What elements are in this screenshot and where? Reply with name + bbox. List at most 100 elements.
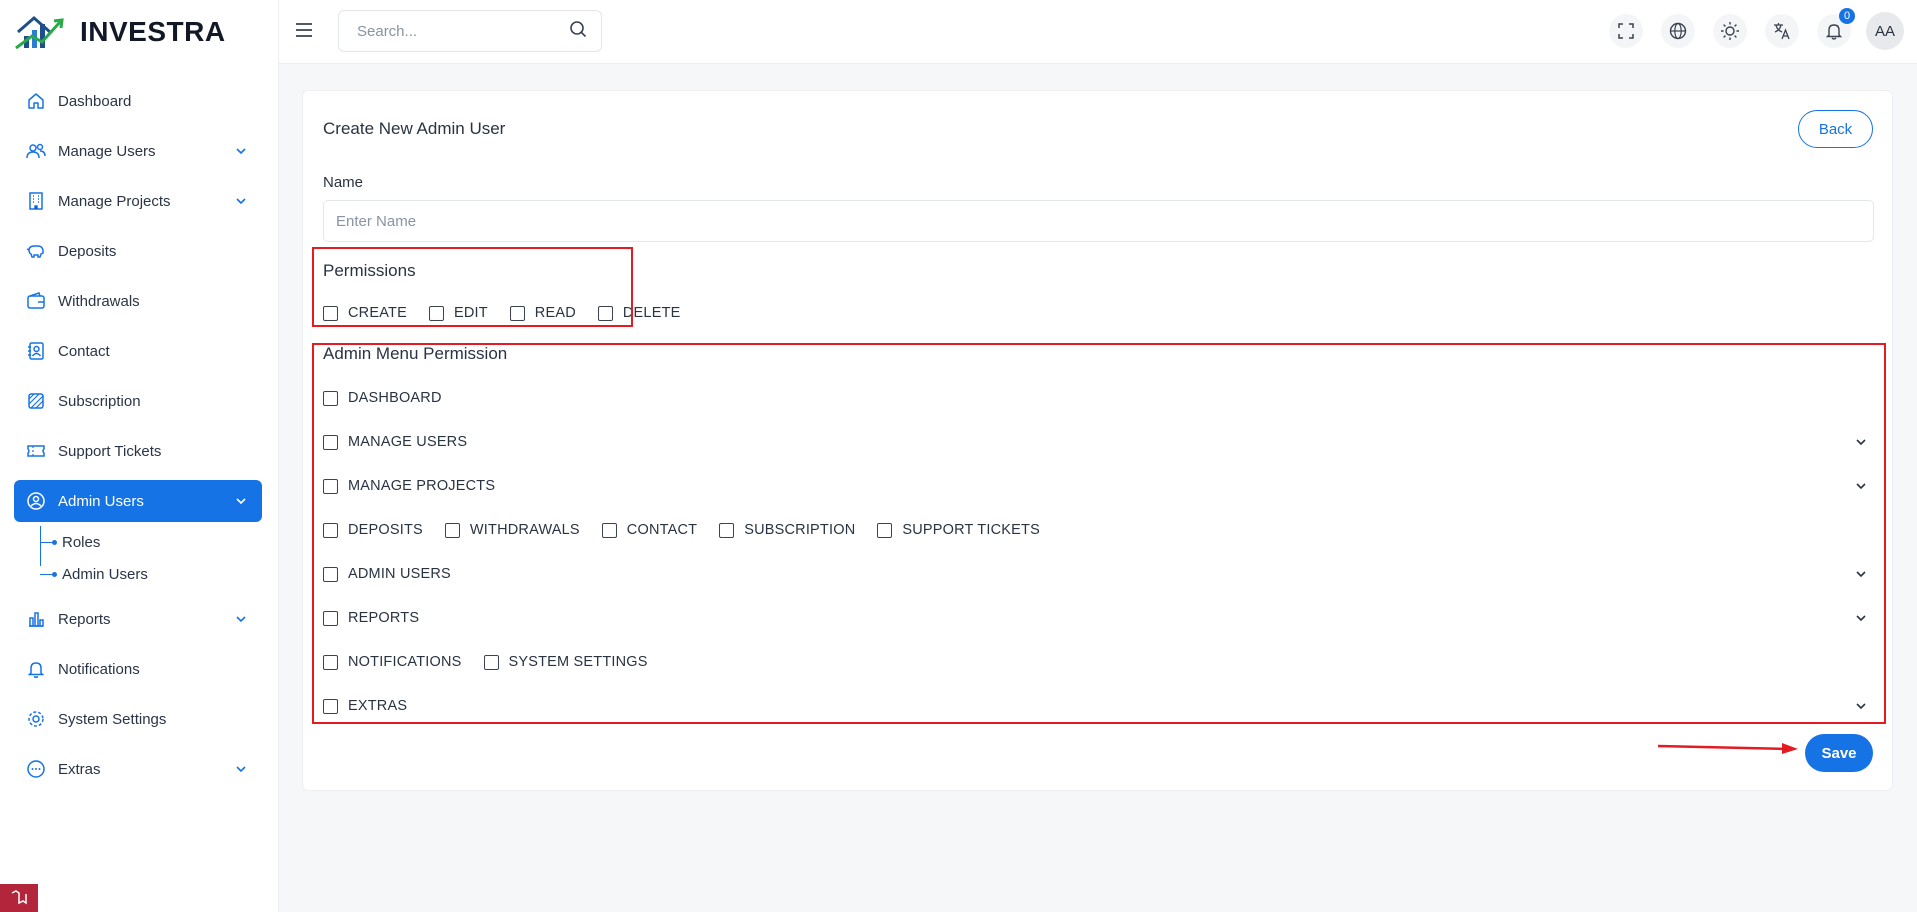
- checkbox-support-tickets[interactable]: SUPPORT TICKETS: [877, 522, 1040, 538]
- checkbox-box[interactable]: [323, 654, 338, 670]
- search-icon[interactable]: [569, 20, 587, 43]
- sidebar-item-system-settings[interactable]: System Settings: [14, 698, 262, 740]
- checkbox-box[interactable]: [597, 305, 613, 321]
- sidebar-item-label: Contact: [58, 342, 110, 360]
- chevron-down-icon[interactable]: [1854, 611, 1870, 627]
- checkbox-deposits[interactable]: DEPOSITS: [323, 522, 423, 538]
- checkbox-subscription[interactable]: SUBSCRIPTION: [719, 522, 855, 538]
- user-cog-icon: [26, 491, 46, 511]
- search-box: [338, 10, 602, 52]
- sidebar-item-notifications[interactable]: Notifications: [14, 648, 262, 690]
- menu-permission-row: REPORTS: [323, 610, 441, 626]
- checkbox-box[interactable]: [509, 305, 525, 321]
- sidebar-item-subscription[interactable]: Subscription: [14, 380, 262, 422]
- checkbox-notifications[interactable]: NOTIFICATIONS: [323, 654, 462, 670]
- chevron-down-icon[interactable]: [1854, 699, 1870, 715]
- checkbox-box[interactable]: [444, 522, 460, 538]
- logo[interactable]: INVESTRA: [14, 12, 226, 52]
- checkbox-box[interactable]: [601, 522, 617, 538]
- sidebar-item-manage-users[interactable]: Manage Users: [14, 130, 262, 172]
- sidebar-item-extras[interactable]: Extras: [14, 748, 262, 790]
- checkbox-box[interactable]: [719, 522, 735, 538]
- checkbox-box[interactable]: [323, 478, 338, 494]
- sidebar: INVESTRA Dashboard Manage Users Manage Pro…: [0, 0, 279, 912]
- checkbox-box[interactable]: [877, 522, 893, 538]
- sidebar-item-label: Support Tickets: [58, 442, 162, 460]
- checkbox-box[interactable]: [323, 434, 338, 450]
- sidebar-item-deposits[interactable]: Deposits: [14, 230, 262, 272]
- subscription-icon: [26, 391, 46, 411]
- globe-icon[interactable]: [1661, 14, 1695, 48]
- sidebar-item-label: Manage Users: [58, 142, 156, 160]
- checkbox-box[interactable]: [483, 654, 499, 670]
- checkbox-label: EDIT: [453, 305, 488, 321]
- sidebar-item-manage-projects[interactable]: Manage Projects: [14, 180, 262, 222]
- fullscreen-icon[interactable]: [1609, 14, 1643, 48]
- debug-bar-icon[interactable]: [0, 884, 38, 912]
- submenu-item-admin-users[interactable]: Admin Users: [40, 558, 262, 590]
- chevron-down-icon: [234, 762, 248, 776]
- gear-icon: [26, 709, 46, 729]
- checkbox-read[interactable]: READ: [509, 305, 576, 321]
- checkbox-box[interactable]: [323, 522, 338, 538]
- checkbox-system-settings[interactable]: SYSTEM SETTINGS: [483, 654, 648, 670]
- checkbox-reports[interactable]: REPORTS: [323, 610, 419, 626]
- back-button[interactable]: Back: [1798, 110, 1873, 148]
- name-input[interactable]: [323, 200, 1874, 242]
- checkbox-withdrawals[interactable]: WITHDRAWALS: [444, 522, 580, 538]
- sidebar-item-label: Admin Users: [58, 492, 144, 510]
- checkbox-box[interactable]: [323, 305, 338, 321]
- admin-menu-permission-title: Admin Menu Permission: [323, 344, 508, 363]
- ticket-icon: [26, 441, 46, 461]
- checkbox-admin-users[interactable]: ADMIN USERS: [323, 566, 451, 582]
- sidebar-item-label: Notifications: [58, 660, 140, 678]
- create-admin-card: Create New Admin User Back Name Permissi…: [302, 90, 1893, 791]
- sidebar-item-withdrawals[interactable]: Withdrawals: [14, 280, 262, 322]
- checkbox-box[interactable]: [323, 566, 338, 582]
- sun-theme-icon[interactable]: [1713, 14, 1747, 48]
- search-input[interactable]: [357, 22, 569, 40]
- menu-permission-row: MANAGE PROJECTS: [323, 478, 517, 494]
- submenu-item-roles[interactable]: Roles: [40, 526, 262, 558]
- menu-toggle-icon[interactable]: [293, 20, 317, 40]
- checkbox-box[interactable]: [323, 698, 338, 714]
- checkbox-edit[interactable]: EDIT: [428, 305, 488, 321]
- translate-icon[interactable]: [1765, 14, 1799, 48]
- piggy-bank-icon: [26, 241, 46, 261]
- sidebar-item-label: Manage Projects: [58, 192, 171, 210]
- bell-icon[interactable]: 0: [1817, 8, 1855, 48]
- sidebar-item-label: Subscription: [58, 392, 141, 410]
- sidebar-item-admin-users[interactable]: Admin Users: [14, 480, 262, 522]
- chevron-down-icon[interactable]: [1854, 567, 1870, 583]
- checkbox-label: CONTACT: [626, 522, 698, 538]
- save-arrow-annotation: [1657, 743, 1798, 754]
- dots-circle-icon: [26, 759, 46, 779]
- checkbox-box[interactable]: [428, 305, 444, 321]
- checkbox-delete[interactable]: DELETE: [597, 305, 681, 321]
- sidebar-item-support-tickets[interactable]: Support Tickets: [14, 430, 262, 472]
- chevron-down-icon[interactable]: [1854, 479, 1870, 495]
- checkbox-box[interactable]: [323, 390, 338, 406]
- notification-count-badge: 0: [1839, 8, 1855, 24]
- avatar[interactable]: AA: [1866, 12, 1904, 50]
- checkbox-manage-users[interactable]: MANAGE USERS: [323, 434, 467, 450]
- contact-icon: [26, 341, 46, 361]
- save-button[interactable]: Save: [1805, 734, 1873, 772]
- menu-permission-row: DEPOSITS WITHDRAWALS CONTACT SUBSCRIPTION SU…: [323, 522, 1062, 538]
- checkbox-manage-projects[interactable]: MANAGE PROJECTS: [323, 478, 495, 494]
- sidebar-item-contact[interactable]: Contact: [14, 330, 262, 372]
- sidebar-item-label: Withdrawals: [58, 292, 140, 310]
- sidebar-item-dashboard[interactable]: Dashboard: [14, 80, 262, 122]
- checkbox-box[interactable]: [323, 610, 338, 626]
- checkbox-extras[interactable]: EXTRAS: [323, 698, 407, 714]
- sidebar-item-reports[interactable]: Reports: [14, 598, 262, 640]
- checkbox-dashboard[interactable]: DASHBOARD: [323, 390, 442, 406]
- chevron-down-icon: [234, 194, 248, 208]
- checkbox-create[interactable]: CREATE: [323, 305, 407, 321]
- chevron-down-icon: [234, 612, 248, 626]
- bar-chart-icon: [26, 609, 46, 629]
- chevron-down-icon[interactable]: [1854, 435, 1870, 451]
- checkbox-label: MANAGE PROJECTS: [348, 478, 496, 494]
- checkbox-contact[interactable]: CONTACT: [601, 522, 698, 538]
- checkbox-label: SUBSCRIPTION: [744, 522, 856, 538]
